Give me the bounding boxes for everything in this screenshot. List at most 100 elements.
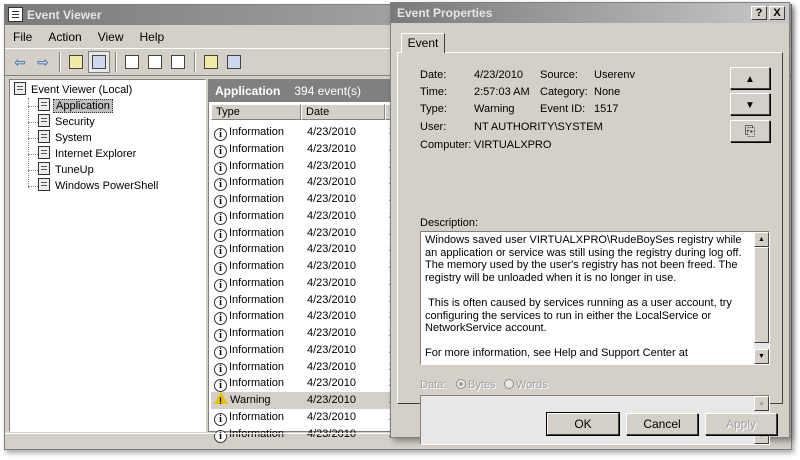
event-type-cell: i Information	[214, 325, 304, 342]
show-hide-tree-button[interactable]	[88, 51, 110, 73]
next-event-button[interactable]: ▼	[730, 93, 770, 115]
copy-event-button[interactable]: ⎘	[730, 120, 770, 142]
event-type-text: Information	[229, 159, 285, 172]
tab-event[interactable]: Event	[401, 33, 445, 53]
tree-connector	[28, 122, 38, 123]
table-row[interactable]: iInformation4/23/20103	[211, 292, 397, 309]
event-type-text: Information	[229, 293, 285, 306]
table-row[interactable]: iInformation4/23/20102	[211, 325, 397, 342]
tree-connector	[28, 170, 38, 171]
tree-item-application[interactable]: Application	[38, 98, 113, 114]
menu-help[interactable]: Help	[132, 27, 173, 47]
event-type-cell: i Information	[214, 158, 304, 175]
table-row[interactable]: iInformation4/23/20103	[211, 158, 397, 175]
event-date-cell: 4/23/2010	[307, 142, 356, 155]
event-type-text: Information	[229, 209, 285, 222]
tree-item-tuneup[interactable]: TuneUp	[38, 162, 96, 178]
event-date-cell: 4/23/2010	[307, 260, 356, 272]
information-icon: i	[214, 412, 227, 426]
up-one-level-button[interactable]	[65, 51, 87, 73]
table-row[interactable]: iInformation4/23/20102	[211, 359, 397, 376]
show-hide-action-pane-button[interactable]	[223, 51, 245, 73]
column-header-type[interactable]: Type	[211, 104, 301, 120]
event-date-cell: 4/23/2010	[307, 243, 356, 256]
table-row[interactable]: iInformation4/23/20103	[211, 174, 397, 192]
dialog-title: Event Properties	[397, 6, 493, 20]
toolbar-separator	[194, 52, 196, 72]
scroll-down-button[interactable]: ▼	[754, 349, 769, 364]
table-row[interactable]: iInformation4/23/20103	[211, 141, 397, 158]
user-label: User:	[420, 121, 447, 133]
export-list-button[interactable]	[167, 51, 189, 73]
event-type-text: Information	[229, 126, 285, 138]
tree-item-windows-powershell[interactable]: Windows PowerShell	[38, 178, 160, 194]
apply-button[interactable]: Apply	[705, 413, 777, 435]
properties-button[interactable]	[121, 51, 143, 73]
event-date-cell: 4/23/2010	[307, 360, 356, 373]
forward-arrow-icon: ⇨	[37, 53, 49, 70]
refresh-button[interactable]	[144, 51, 166, 73]
table-row[interactable]: iInformation4/23/20102	[211, 342, 397, 359]
menu-file[interactable]: File	[5, 27, 40, 47]
help-icon	[204, 55, 218, 69]
data-scroll-up-button[interactable]: ▲	[754, 396, 769, 411]
previous-event-button[interactable]: ▲	[730, 67, 770, 89]
table-row[interactable]: iInformation4/23/20103	[211, 208, 397, 225]
event-date-cell: 4/23/2010	[307, 193, 356, 205]
table-row[interactable]: iInformation4/23/20102	[211, 375, 397, 393]
event-type-cell: i Information	[214, 225, 304, 242]
table-row[interactable]: iInformation4/23/20103	[211, 258, 397, 275]
information-icon: i	[214, 228, 227, 242]
help-question-button[interactable]: ?	[751, 6, 767, 20]
help-button[interactable]	[200, 51, 222, 73]
table-row[interactable]: iInformation4/23/20102	[211, 409, 397, 426]
menu-action[interactable]: Action	[40, 27, 89, 47]
cancel-button[interactable]: Cancel	[626, 413, 698, 435]
event-id-value: 1517	[594, 103, 619, 115]
event-date-cell: 4/23/2010	[307, 394, 356, 406]
log-book-icon	[38, 178, 50, 191]
information-icon: i	[214, 178, 227, 192]
menu-view[interactable]: View	[90, 27, 132, 47]
tree-item-system[interactable]: System	[38, 130, 94, 146]
column-header-date[interactable]: Date	[301, 104, 385, 120]
bytes-radio[interactable]: Bytes	[456, 379, 496, 391]
event-type-cell: i Information	[214, 275, 304, 292]
forward-button[interactable]: ⇨	[32, 51, 54, 73]
description-text: Windows saved user VIRTUALXPRO\RudeBoySe…	[425, 234, 742, 360]
event-date-cell: 4/23/2010	[307, 377, 356, 390]
table-row[interactable]: Warning4/23/20102	[211, 392, 397, 409]
tree-root-event-viewer[interactable]: Event Viewer (Local)	[14, 82, 134, 98]
description-textbox[interactable]: Windows saved user VIRTUALXPRO\RudeBoySe…	[420, 231, 770, 365]
date-label: Date:	[420, 69, 447, 81]
radio-words-indicator	[504, 379, 514, 389]
tree-item-security[interactable]: Security	[38, 114, 97, 130]
information-icon: i	[214, 362, 227, 376]
ok-button[interactable]: OK	[546, 412, 620, 436]
scroll-up-button[interactable]: ▲	[754, 232, 769, 247]
tree-connector	[28, 186, 38, 187]
words-radio[interactable]: Words	[504, 379, 548, 391]
log-book-icon	[38, 98, 50, 111]
table-row[interactable]: iInformation4/23/20103	[211, 191, 397, 208]
information-icon: i	[214, 262, 227, 275]
information-icon: i	[214, 345, 227, 359]
table-row[interactable]: iInformation4/23/20103	[211, 275, 397, 292]
dialog-titlebar[interactable]: Event Properties ? X	[391, 3, 789, 23]
table-row[interactable]: iInformation4/23/20103	[211, 225, 397, 242]
description-scrollbar[interactable]: ▲ ▼	[754, 232, 769, 364]
computer-log-icon	[14, 82, 26, 95]
properties-icon	[125, 55, 139, 69]
table-row[interactable]: iInformation4/23/20103	[211, 124, 397, 141]
close-button[interactable]: X	[769, 6, 785, 20]
table-row[interactable]: iInformation4/23/20103	[211, 308, 397, 326]
table-row[interactable]: iInformation4/23/20103	[211, 241, 397, 259]
event-type-cell: i Information	[214, 174, 304, 192]
computer-label: Computer:	[420, 139, 472, 151]
event-type-cell: i Information	[214, 409, 304, 426]
back-button[interactable]: ⇦	[9, 51, 31, 73]
tree-item-internet-explorer[interactable]: Internet Explorer	[38, 146, 138, 162]
scroll-up-arrow-icon: ▲	[758, 236, 765, 243]
log-book-icon	[38, 130, 50, 143]
scroll-thumb[interactable]	[754, 247, 769, 343]
